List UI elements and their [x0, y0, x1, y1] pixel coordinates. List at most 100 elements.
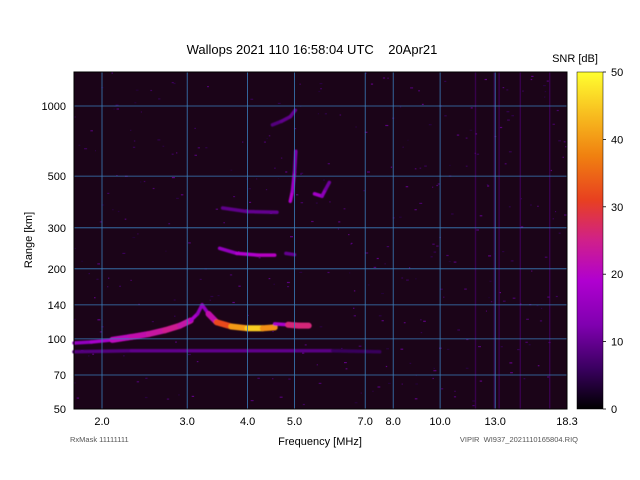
noise-speck: [409, 267, 411, 269]
noise-speck: [343, 208, 346, 210]
noise-speck: [113, 108, 115, 110]
noise-speck: [249, 201, 252, 203]
noise-speck: [403, 322, 406, 324]
noise-speck: [344, 362, 347, 364]
noise-speck: [526, 318, 529, 320]
colorbar: [576, 71, 604, 410]
noise-speck: [136, 381, 140, 383]
noise-speck: [387, 77, 389, 79]
noise-speck: [140, 181, 142, 183]
noise-speck: [402, 146, 404, 148]
noise-speck: [410, 87, 414, 89]
noise-speck: [377, 386, 381, 388]
noise-speck: [489, 280, 492, 282]
noise-speck: [74, 116, 76, 118]
noise-speck: [562, 156, 564, 158]
rxmask-label: RxMask 11111111: [70, 435, 129, 444]
noise-speck: [453, 261, 457, 263]
interference-line: [498, 72, 500, 409]
noise-speck: [432, 243, 435, 245]
interference-line: [474, 72, 477, 409]
colorbar-tick-label: 40: [611, 134, 623, 146]
noise-speck: [399, 106, 402, 108]
ionogram-figure: Wallops 2021 110 16:58:04 UTC 20Apr21 2.…: [23, 42, 623, 448]
noise-speck: [152, 187, 155, 190]
noise-speck: [315, 202, 318, 204]
chart-title: Wallops 2021 110 16:58:04 UTC 20Apr21: [187, 42, 438, 57]
noise-speck: [316, 364, 318, 366]
noise-speck: [470, 107, 473, 109]
noise-speck: [552, 218, 554, 220]
noise-speck: [353, 315, 356, 317]
noise-speck: [296, 194, 299, 196]
noise-speck: [266, 137, 268, 140]
noise-speck: [111, 72, 113, 74]
noise-speck: [353, 290, 356, 292]
noise-speck: [274, 167, 276, 169]
y-tick-label: 300: [48, 223, 66, 235]
y-tick-label: 50: [54, 404, 66, 416]
noise-speck: [354, 402, 358, 404]
noise-speck: [277, 178, 279, 180]
noise-speck: [443, 296, 445, 298]
noise-speck: [230, 169, 233, 171]
noise-speck: [288, 378, 291, 380]
noise-speck: [285, 171, 288, 173]
noise-speck: [401, 277, 404, 279]
noise-speck: [537, 365, 540, 367]
noise-speck: [407, 139, 409, 141]
noise-speck: [476, 229, 479, 231]
noise-speck: [337, 228, 339, 230]
x-tick-label: 3.0: [180, 416, 195, 428]
noise-speck: [449, 164, 451, 166]
noise-speck: [250, 98, 254, 100]
noise-speck: [173, 299, 176, 301]
noise-speck: [320, 88, 322, 90]
noise-speck: [187, 353, 191, 356]
noise-speck: [97, 263, 100, 265]
y-tick-labels: 50 70 100 140 200 300 500 1000: [42, 101, 66, 416]
noise-speck: [97, 319, 101, 321]
noise-speck: [484, 78, 487, 81]
noise-speck: [506, 89, 509, 91]
noise-speck: [507, 119, 510, 121]
noise-speck: [348, 234, 350, 236]
noise-speck: [530, 204, 532, 206]
noise-speck: [268, 135, 271, 137]
noise-speck: [432, 186, 434, 188]
noise-speck: [242, 141, 244, 143]
noise-speck: [117, 210, 120, 213]
y-tick-label: 200: [48, 264, 66, 276]
noise-speck: [143, 180, 146, 183]
noise-speck: [349, 272, 351, 274]
noise-speck: [76, 397, 80, 399]
x-tick-label: 8.0: [386, 416, 401, 428]
noise-speck: [162, 145, 165, 147]
noise-speck: [317, 113, 319, 115]
noise-speck: [490, 301, 493, 303]
noise-speck: [528, 344, 531, 346]
noise-speck: [370, 83, 374, 85]
noise-speck: [173, 82, 176, 85]
noise-speck: [546, 80, 549, 82]
noise-speck: [133, 140, 136, 142]
noise-speck: [258, 257, 261, 259]
noise-speck: [499, 126, 503, 129]
noise-speck: [384, 263, 386, 265]
noise-speck: [512, 297, 516, 299]
noise-speck: [178, 394, 180, 396]
noise-speck: [544, 91, 547, 93]
noise-speck: [485, 310, 487, 312]
noise-speck: [176, 197, 179, 199]
noise-speck: [272, 378, 274, 380]
echo-trace-segment: [245, 209, 279, 214]
noise-speck: [448, 260, 451, 263]
noise-speck: [488, 297, 490, 299]
noise-speck: [302, 352, 305, 354]
noise-speck: [472, 405, 475, 407]
noise-speck: [290, 236, 293, 238]
y-tick-label: 500: [48, 171, 66, 183]
x-tick-label: 10.0: [429, 416, 450, 428]
noise-speck: [238, 285, 241, 287]
y-tick-label: 100: [48, 334, 66, 346]
